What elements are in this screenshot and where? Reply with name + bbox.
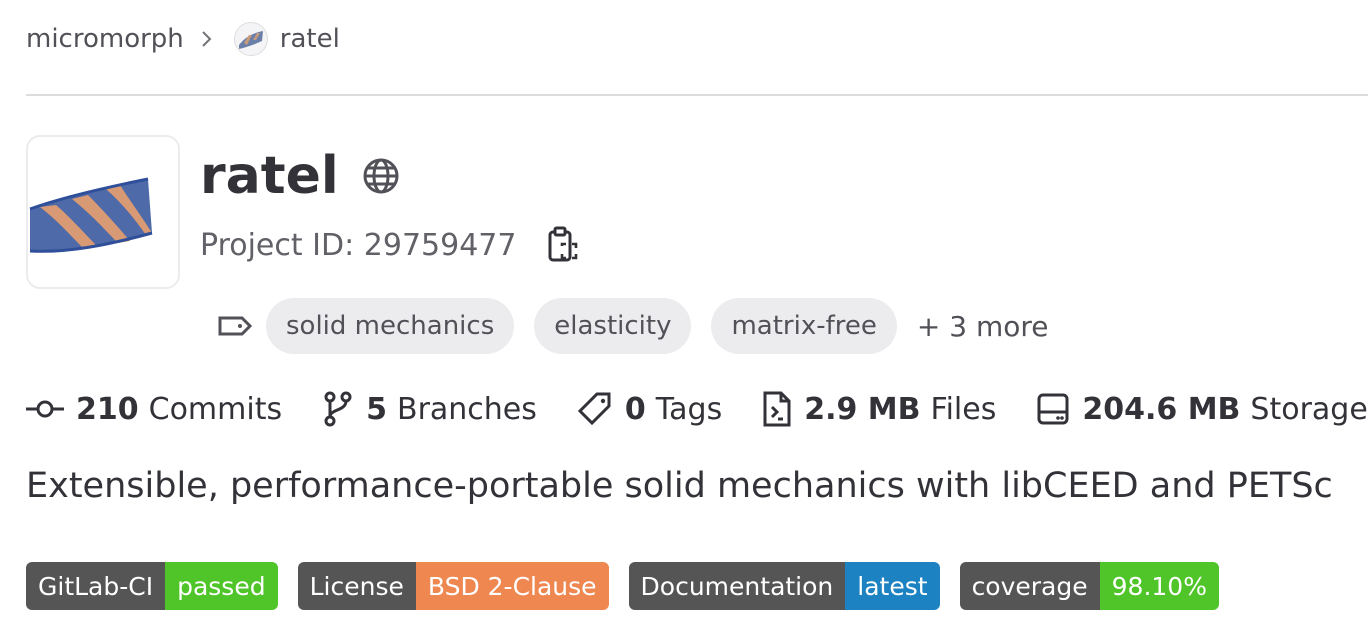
- copy-icon[interactable]: [546, 226, 578, 264]
- badge-value: 98.10%: [1099, 562, 1219, 610]
- branches-link[interactable]: 5 Branches: [322, 391, 537, 427]
- page-title: ratel: [200, 146, 339, 206]
- tags-link[interactable]: 0 Tags: [577, 391, 722, 427]
- breadcrumb-group[interactable]: micromorph: [26, 24, 184, 54]
- topics: solid mechanics elasticity matrix-free +…: [216, 298, 1048, 354]
- files-link[interactable]: 2.9 MB Files: [762, 390, 996, 428]
- chevron-right-icon: [200, 30, 214, 48]
- badge-value: passed: [165, 562, 278, 610]
- project-badges: GitLab-CI passed License BSD 2-Clause Do…: [26, 562, 1239, 610]
- badge-label: License: [297, 562, 416, 610]
- label-icon: [216, 314, 254, 338]
- badge-label: GitLab-CI: [26, 562, 166, 610]
- badge-coverage[interactable]: coverage 98.10%: [959, 562, 1219, 610]
- storage-label: Storage: [1250, 391, 1368, 427]
- commits-count: 210: [76, 391, 139, 427]
- file-icon: [763, 391, 791, 427]
- storage-icon: [1037, 393, 1069, 425]
- badge-license[interactable]: License BSD 2-Clause: [297, 562, 609, 610]
- storage-link[interactable]: 204.6 MB Storage: [1036, 391, 1368, 427]
- topic-pill[interactable]: solid mechanics: [266, 298, 515, 354]
- files-label: Files: [930, 391, 997, 427]
- branches-count: 5: [366, 391, 387, 427]
- globe-icon: [361, 156, 401, 196]
- more-topics-link[interactable]: + 3 more: [917, 310, 1049, 343]
- project-id: Project ID: 29759477: [200, 227, 517, 263]
- project-avatar-small[interactable]: [233, 22, 268, 56]
- branch-icon: [324, 391, 352, 427]
- commits-label: Commits: [148, 391, 283, 427]
- tag-icon: [577, 392, 611, 426]
- badge-label: Documentation: [628, 562, 846, 610]
- header-divider: [26, 94, 1368, 96]
- badge-label: coverage: [959, 562, 1100, 610]
- badge-value: latest: [845, 562, 940, 610]
- storage-size: 204.6 MB: [1082, 391, 1241, 427]
- project-stats: 210 Commits 5 Branches 0 Tags 2.9 MB Fil…: [26, 390, 1368, 428]
- topic-pill[interactable]: elasticity: [534, 298, 692, 354]
- breadcrumb-project[interactable]: ratel: [280, 24, 340, 54]
- badge-documentation[interactable]: Documentation latest: [628, 562, 940, 610]
- breadcrumb: micromorph ratel: [26, 20, 340, 58]
- commits-link[interactable]: 210 Commits: [26, 392, 282, 427]
- tags-count: 0: [624, 391, 646, 427]
- branches-label: Branches: [396, 391, 537, 427]
- files-size: 2.9 MB: [804, 391, 921, 427]
- badge-gitlab-ci[interactable]: GitLab-CI passed: [26, 562, 278, 610]
- commit-icon: [26, 400, 64, 418]
- project-description: Extensible, performance-portable solid m…: [26, 466, 1333, 506]
- topic-pill[interactable]: matrix-free: [711, 298, 897, 354]
- tags-label: Tags: [655, 391, 723, 427]
- project-avatar: [26, 135, 180, 289]
- badge-value: BSD 2-Clause: [415, 562, 609, 610]
